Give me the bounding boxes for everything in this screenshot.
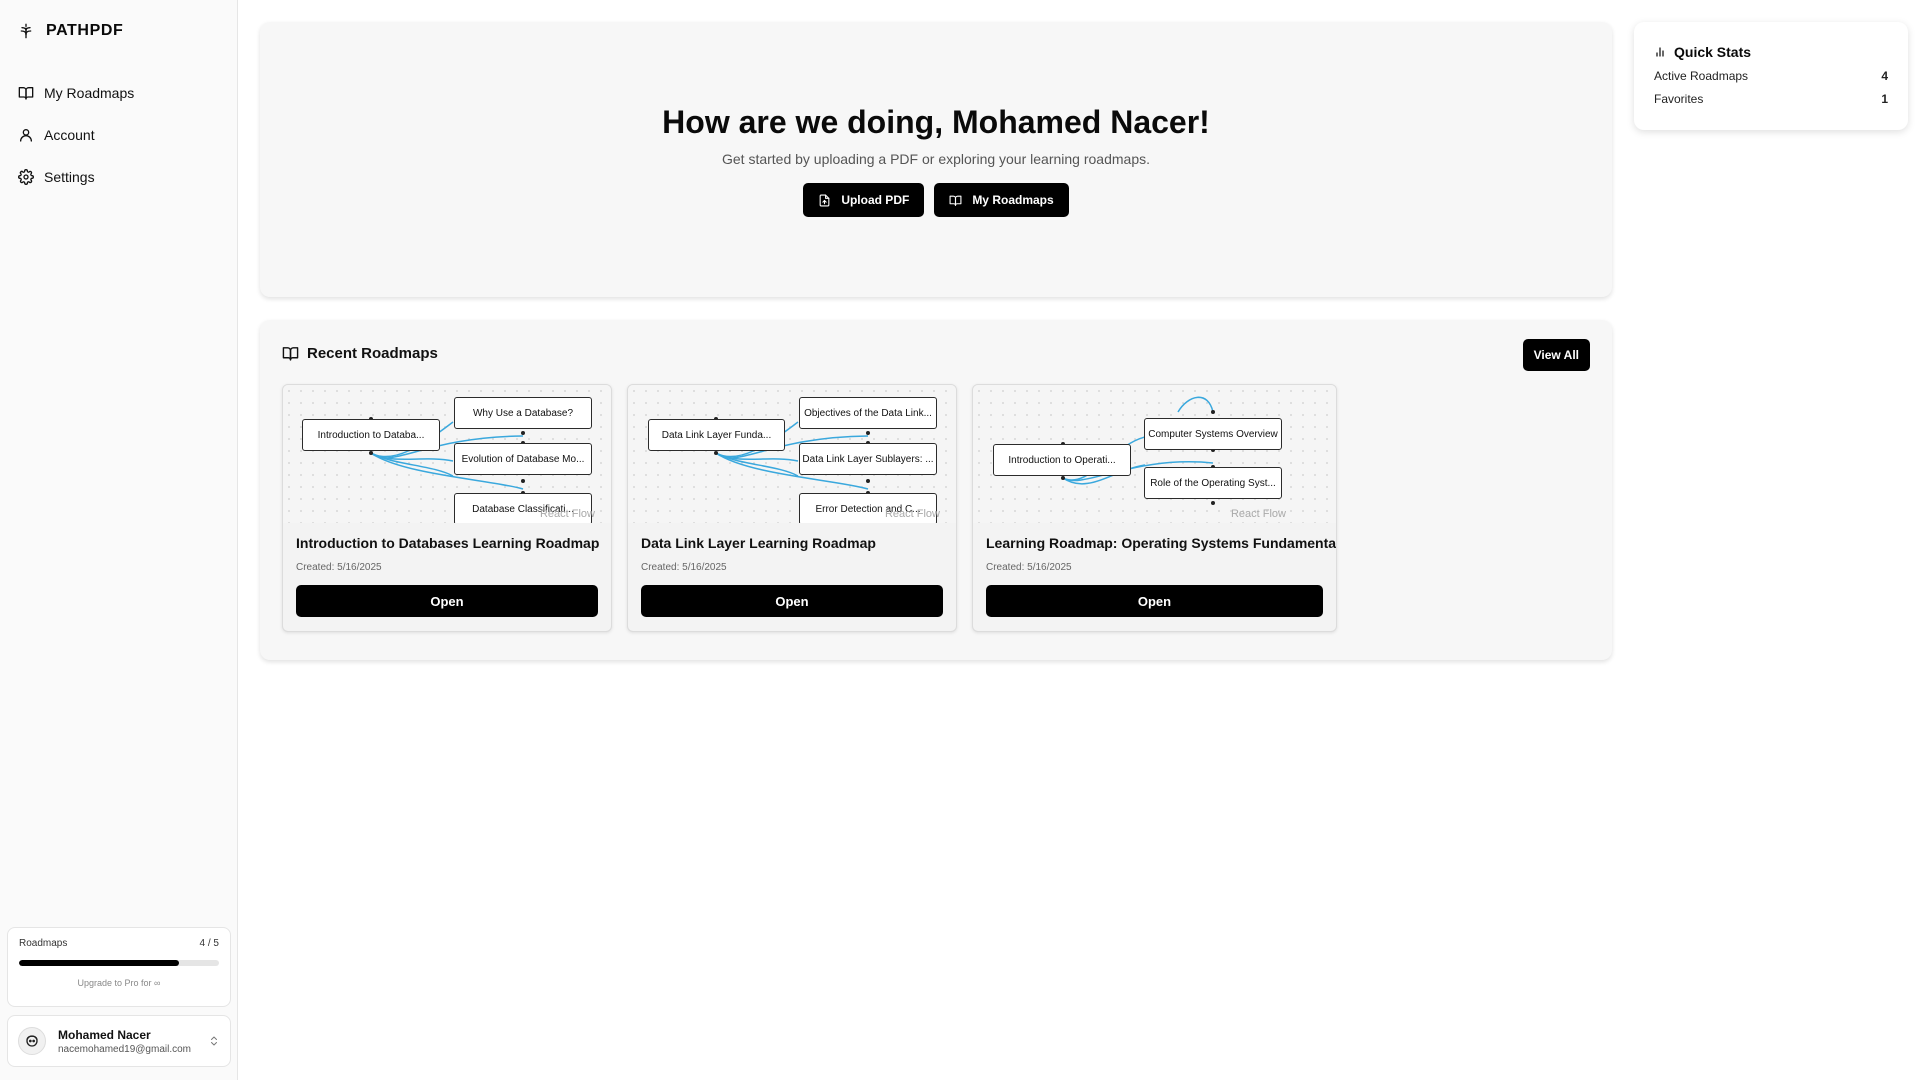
roadmap-flow-preview[interactable]: Introduction to Databa... Why Use a Data… — [283, 385, 611, 523]
flow-node[interactable]: Why Use a Database? — [454, 397, 592, 429]
stat-label: Favorites — [1654, 92, 1704, 106]
user-icon — [18, 127, 34, 143]
flow-node-root[interactable]: Introduction to Operati... — [993, 444, 1131, 476]
quick-stats-panel: Quick Stats Active Roadmaps 4 Favorites … — [1634, 22, 1908, 130]
sidebar-item-account[interactable]: Account — [10, 118, 228, 152]
roadmap-title: Data Link Layer Learning Roadmap — [641, 535, 876, 551]
section-title: Recent Roadmaps — [307, 345, 438, 362]
stat-label: Active Roadmaps — [1654, 69, 1749, 83]
usage-progress-fill — [19, 960, 179, 966]
stat-row-active-roadmaps: Active Roadmaps 4 — [1654, 69, 1888, 83]
page-subtitle: Get started by uploading a PDF or explor… — [721, 151, 1150, 167]
usage-count: 4 / 5 — [199, 938, 219, 949]
flow-node[interactable]: Computer Systems Overview — [1144, 418, 1282, 450]
react-flow-attribution[interactable]: React Flow — [1231, 508, 1286, 520]
my-roadmaps-button[interactable]: My Roadmaps — [934, 183, 1069, 217]
usage-progress-bar — [19, 960, 219, 966]
open-roadmap-button[interactable]: Open — [986, 585, 1323, 617]
open-roadmap-button[interactable]: Open — [641, 585, 943, 617]
roadmap-title: Introduction to Databases Learning Roadm… — [296, 535, 600, 551]
page-title: How are we doing, Mohamed Nacer! — [662, 104, 1210, 140]
react-flow-attribution[interactable]: React Flow — [885, 508, 940, 520]
brand-name: PATHPDF — [46, 22, 124, 39]
user-menu[interactable]: Mohamed Nacer nacemohamed19@gmail.com — [7, 1015, 231, 1067]
sidebar-item-label: My Roadmaps — [44, 85, 135, 101]
usage-label: Roadmaps — [19, 938, 68, 949]
stat-row-favorites: Favorites 1 — [1654, 92, 1888, 106]
upload-pdf-button[interactable]: Upload PDF — [803, 183, 925, 217]
bar-chart-icon — [1654, 46, 1666, 58]
flow-node[interactable]: Data Link Layer Sublayers: ... — [799, 443, 937, 475]
gear-icon — [18, 169, 34, 185]
view-all-button[interactable]: View All — [1522, 339, 1590, 371]
file-icon — [818, 194, 831, 207]
quick-stats-title: Quick Stats — [1674, 44, 1752, 60]
sidebar-item-my-roadmaps[interactable]: My Roadmaps — [10, 76, 228, 110]
book-open-icon — [282, 345, 299, 362]
roadmap-created-date: Created: 5/16/2025 — [641, 562, 727, 573]
flow-node[interactable]: Objectives of the Data Link... — [799, 397, 937, 429]
flow-node-root[interactable]: Data Link Layer Funda... — [648, 419, 785, 451]
stat-value: 1 — [1881, 92, 1888, 106]
upload-pdf-label: Upload PDF — [841, 193, 910, 207]
flow-node[interactable]: Evolution of Database Mo... — [454, 443, 592, 475]
user-email: nacemohamed19@gmail.com — [58, 1043, 191, 1055]
brand[interactable]: PATHPDF — [18, 22, 123, 40]
react-flow-attribution[interactable]: React Flow — [540, 508, 595, 520]
roadmap-card: Introduction to Operati... Computer Syst… — [972, 384, 1337, 632]
upgrade-link[interactable]: Upgrade to Pro for ∞ — [19, 978, 219, 988]
flow-node[interactable]: Role of the Operating Syst... — [1144, 467, 1282, 499]
usage-card: Roadmaps 4 / 5 Upgrade to Pro for ∞ — [7, 927, 231, 1007]
logo-icon — [18, 23, 34, 39]
roadmap-card: Introduction to Databa... Why Use a Data… — [282, 384, 612, 632]
sidebar-item-settings[interactable]: Settings — [10, 160, 228, 194]
welcome-panel: How are we doing, Mohamed Nacer! Get sta… — [260, 22, 1612, 297]
avatar — [18, 1027, 46, 1055]
roadmap-created-date: Created: 5/16/2025 — [986, 562, 1072, 573]
flow-node-root[interactable]: Introduction to Databa... — [302, 419, 440, 451]
my-roadmaps-label: My Roadmaps — [972, 193, 1054, 207]
user-name: Mohamed Nacer — [58, 1027, 151, 1042]
sidebar: PATHPDF My Roadmaps Account Settings Roa… — [0, 0, 238, 1080]
sidebar-item-label: Account — [44, 127, 95, 143]
stat-value: 4 — [1881, 69, 1888, 83]
chevrons-up-down-icon — [208, 1034, 220, 1048]
roadmap-card: Data Link Layer Funda... Objectives of t… — [627, 384, 957, 632]
book-open-icon — [949, 194, 962, 207]
roadmap-created-date: Created: 5/16/2025 — [296, 562, 382, 573]
roadmap-title: Learning Roadmap: Operating Systems Fund… — [986, 535, 1337, 551]
roadmap-flow-preview[interactable]: Introduction to Operati... Computer Syst… — [973, 385, 1336, 523]
open-roadmap-button[interactable]: Open — [296, 585, 598, 617]
recent-roadmaps-panel: Recent Roadmaps View All Introduction to… — [260, 320, 1612, 660]
roadmap-flow-preview[interactable]: Data Link Layer Funda... Objectives of t… — [628, 385, 956, 523]
book-open-icon — [18, 85, 34, 101]
sidebar-nav: My Roadmaps Account Settings — [10, 76, 228, 202]
sidebar-item-label: Settings — [44, 169, 95, 185]
